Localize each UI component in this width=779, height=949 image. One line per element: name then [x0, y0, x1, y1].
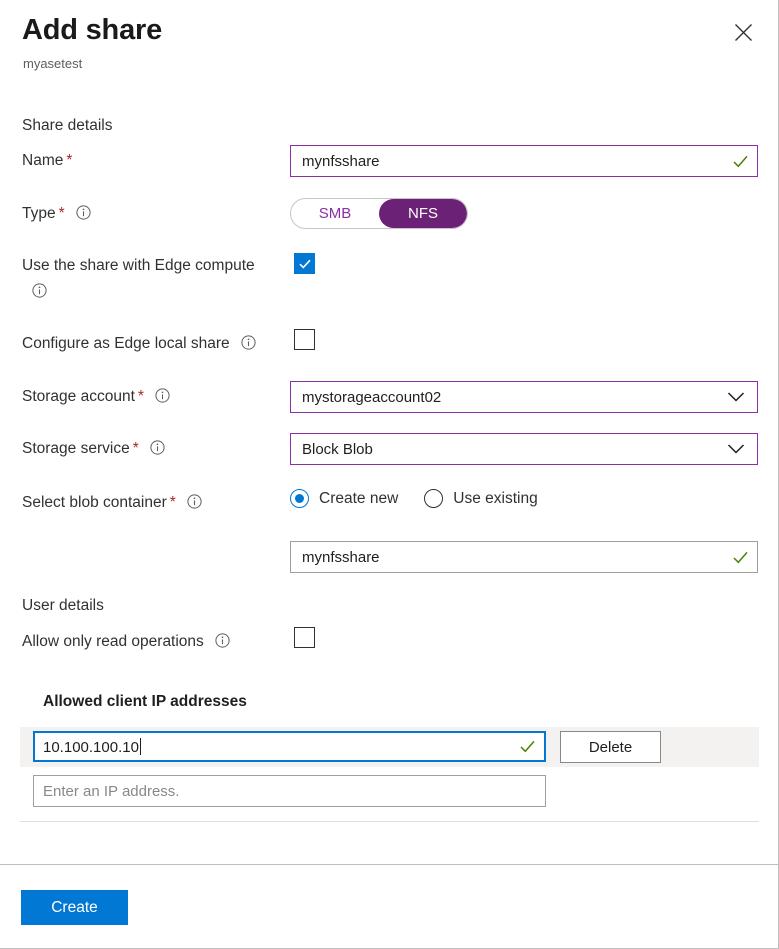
page-title: Add share — [22, 14, 162, 47]
radio-create-new-indicator — [290, 489, 309, 508]
delete-ip-button[interactable]: Delete — [560, 731, 661, 763]
ip-address-value: 10.100.100.10 — [43, 739, 139, 756]
edge-compute-label: Use the share with Edge compute — [22, 257, 255, 298]
type-option-smb[interactable]: SMB — [291, 199, 379, 228]
edge-compute-label-text: Use the share with Edge compute — [22, 257, 255, 274]
storage-account-label: Storage account* — [22, 388, 170, 406]
read-only-label-text: Allow only read operations — [22, 633, 204, 650]
new-ip-address-placeholder: Enter an IP address. — [34, 783, 545, 800]
read-only-label: Allow only read operations — [22, 633, 230, 651]
edge-compute-checkbox[interactable] — [294, 253, 315, 274]
edge-local-label-text: Configure as Edge local share — [22, 335, 230, 352]
storage-service-label: Storage service* — [22, 440, 165, 458]
info-icon[interactable] — [155, 388, 170, 403]
storage-account-label-text: Storage account — [22, 388, 135, 405]
required-asterisk: * — [59, 205, 65, 222]
info-icon[interactable] — [215, 633, 230, 648]
blob-container-label-text: Select blob container — [22, 494, 167, 511]
info-icon[interactable] — [150, 440, 165, 455]
radio-create-new[interactable]: Create new — [290, 489, 398, 508]
radio-use-existing-indicator — [424, 489, 443, 508]
radio-create-new-label: Create new — [319, 490, 398, 508]
blob-container-name-input[interactable]: mynfsshare — [290, 541, 758, 573]
blob-container-label: Select blob container* — [22, 494, 202, 512]
close-icon[interactable] — [729, 18, 757, 46]
name-input[interactable]: mynfsshare — [290, 145, 758, 177]
radio-use-existing-label: Use existing — [453, 490, 537, 508]
create-button[interactable]: Create — [21, 890, 128, 925]
type-toggle[interactable]: SMB NFS — [290, 198, 468, 229]
footer-divider — [0, 864, 778, 865]
storage-service-select[interactable]: Block Blob — [290, 433, 758, 465]
name-input-value: mynfsshare — [291, 153, 723, 170]
edge-local-label: Configure as Edge local share — [22, 335, 256, 353]
info-icon[interactable] — [32, 283, 47, 298]
required-asterisk: * — [133, 440, 139, 457]
required-asterisk: * — [66, 152, 72, 169]
storage-account-value: mystorageaccount02 — [291, 389, 721, 406]
blob-container-radio-group: Create new Use existing — [290, 489, 564, 508]
checkmark-icon — [510, 738, 536, 755]
section-user-details: User details — [22, 597, 104, 615]
add-share-panel: Add share myasetest Share details Name* … — [0, 0, 779, 949]
required-asterisk: * — [170, 494, 176, 511]
ip-addresses-heading: Allowed client IP addresses — [43, 693, 247, 711]
name-label: Name* — [22, 152, 72, 170]
chevron-down-icon — [721, 391, 751, 403]
edge-local-checkbox[interactable] — [294, 329, 315, 350]
checkmark-icon — [723, 549, 749, 566]
new-ip-address-input[interactable]: Enter an IP address. — [33, 775, 546, 807]
ip-section-divider — [20, 821, 759, 822]
radio-use-existing[interactable]: Use existing — [424, 489, 537, 508]
checkmark-icon — [723, 153, 749, 170]
storage-service-label-text: Storage service — [22, 440, 130, 457]
panel-header: Add share myasetest — [0, 0, 779, 92]
section-share-details: Share details — [22, 117, 112, 135]
read-only-checkbox[interactable] — [294, 627, 315, 648]
storage-account-select[interactable]: mystorageaccount02 — [290, 381, 758, 413]
type-option-nfs[interactable]: NFS — [379, 199, 467, 228]
name-label-text: Name — [22, 152, 63, 169]
storage-service-value: Block Blob — [291, 441, 721, 458]
type-label-text: Type — [22, 205, 56, 222]
ip-address-input[interactable]: 10.100.100.10 — [33, 731, 546, 762]
page-subtitle: myasetest — [23, 56, 82, 71]
text-caret — [140, 738, 141, 755]
info-icon[interactable] — [187, 494, 202, 509]
blob-container-name-value: mynfsshare — [291, 549, 723, 566]
required-asterisk: * — [138, 388, 144, 405]
info-icon[interactable] — [76, 205, 91, 220]
chevron-down-icon — [721, 443, 751, 455]
info-icon[interactable] — [241, 335, 256, 350]
type-label: Type* — [22, 205, 91, 223]
